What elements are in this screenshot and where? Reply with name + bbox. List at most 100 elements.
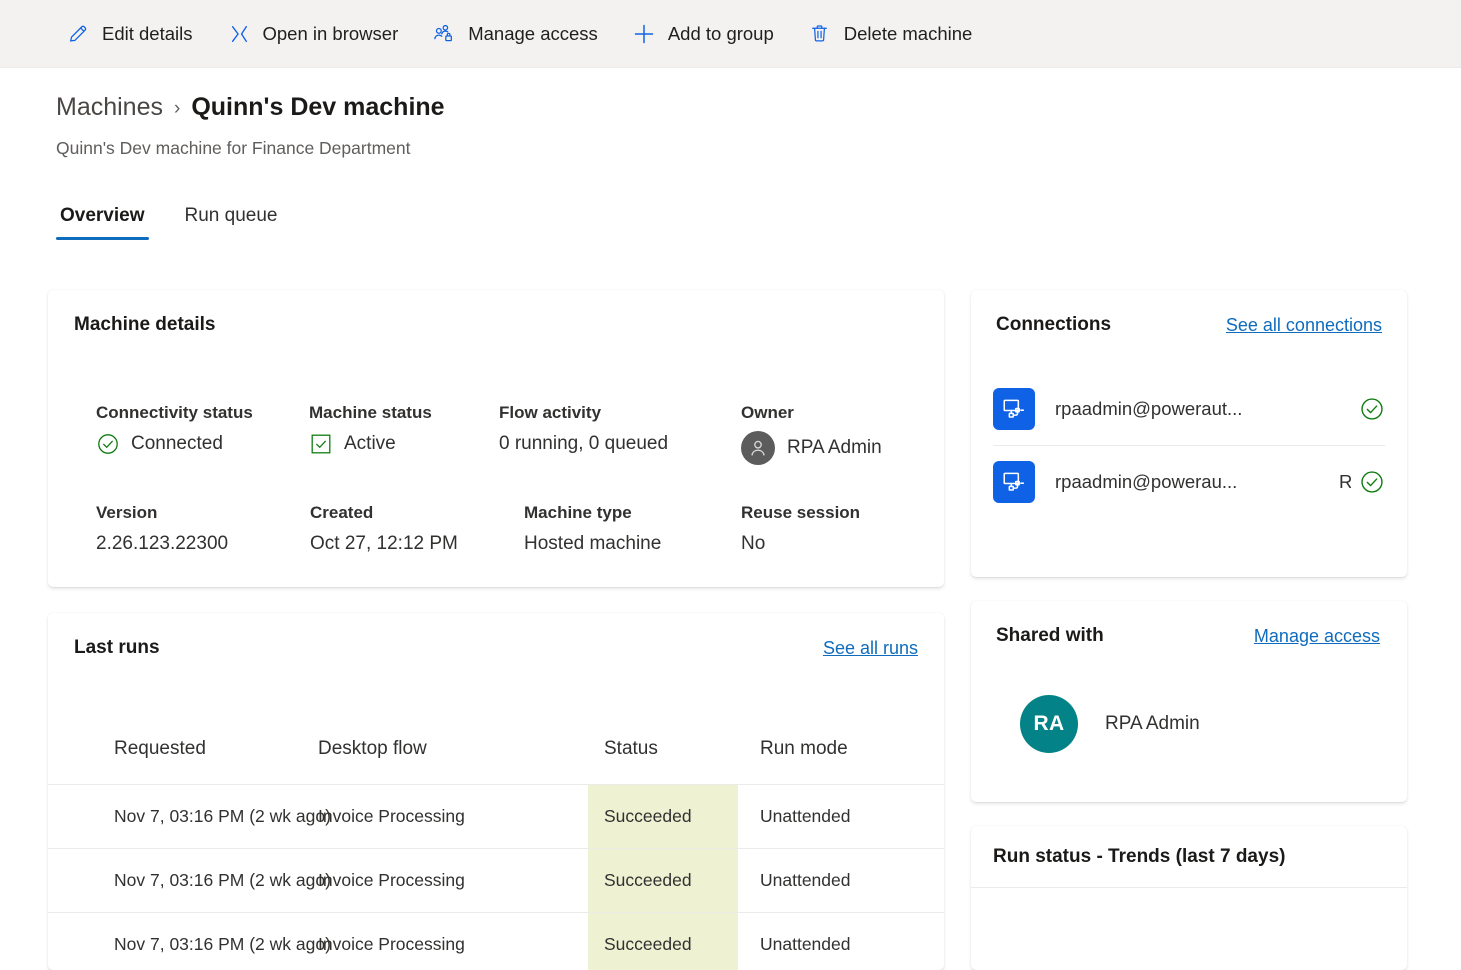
detail-value-wrap: Hosted machine [524, 531, 741, 557]
table-row[interactable]: Nov 7, 03:16 PM (2 wk ago) Invoice Proce… [48, 784, 944, 849]
see-all-runs-link[interactable]: See all runs [823, 638, 918, 659]
page-header: Machines › Quinn's Dev machine Quinn's D… [56, 90, 445, 160]
detail-value-wrap: 2.26.123.22300 [96, 531, 309, 557]
tab-run-queue[interactable]: Run queue [181, 199, 282, 240]
table-row[interactable]: Nov 7, 03:16 PM (2 wk ago) Invoice Proce… [48, 848, 944, 913]
tab-list: Overview Run queue [56, 199, 313, 240]
cell-desktop-flow: Invoice Processing [318, 784, 588, 849]
detail-value-wrap: Active [309, 431, 499, 457]
detail-value-wrap: Oct 27, 12:12 PM [310, 531, 499, 557]
breadcrumb-separator-icon: › [174, 98, 181, 119]
trash-icon [808, 22, 832, 46]
column-header-desktop-flow[interactable]: Desktop flow [318, 730, 588, 785]
add-to-group-label: Add to group [667, 22, 774, 44]
detail-label: Reuse session [741, 503, 861, 522]
plus-icon [632, 22, 656, 46]
check-circle-icon [96, 432, 120, 456]
column-header-run-mode[interactable]: Run mode [738, 730, 944, 785]
open-in-browser-icon [227, 22, 251, 46]
cell-requested: Nov 7, 03:16 PM (2 wk ago) [48, 912, 331, 970]
cell-status: Succeeded [588, 912, 738, 970]
detail-label: Owner [741, 403, 794, 422]
detail-label: Flow activity [499, 403, 602, 422]
detail-label: Connectivity status [96, 403, 253, 422]
last-runs-title: Last runs [74, 637, 160, 658]
run-status-trends-title: Run status - Trends (last 7 days) [993, 846, 1286, 867]
machine-details-card: Machine details Connectivity status Conn… [48, 290, 944, 587]
cell-requested: Nov 7, 03:16 PM (2 wk ago) [48, 784, 331, 849]
check-circle-icon [1359, 469, 1385, 495]
detail-value: RPA Admin [787, 437, 882, 458]
see-all-connections-link[interactable]: See all connections [1226, 315, 1382, 336]
detail-value: 0 running, 0 queued [499, 433, 669, 454]
manage-access-label: Manage access [468, 22, 598, 44]
connections-card: Connections See all connections rpaadmin… [971, 290, 1407, 577]
cell-run-mode: Unattended [738, 912, 944, 970]
detail-value: Hosted machine [524, 533, 662, 554]
column-header-status[interactable]: Status [588, 730, 738, 785]
detail-connectivity-status: Connectivity status Connected [96, 402, 309, 465]
detail-machine-status: Machine status Active [309, 402, 499, 465]
avatar: RA [1020, 695, 1078, 753]
detail-reuse-session: Reuse session No [741, 502, 928, 557]
open-in-browser-label: Open in browser [262, 22, 399, 44]
last-runs-table-wrapper: Requested Desktop flow Status Run mode N… [48, 730, 944, 970]
cell-desktop-flow: Invoice Processing [318, 912, 588, 970]
last-runs-card: Last runs See all runs Requested Desktop… [48, 613, 944, 970]
detail-value: Connected [131, 433, 223, 454]
machine-details-grid: Connectivity status Connected Machine st… [96, 402, 928, 557]
shared-with-title: Shared with [996, 625, 1104, 646]
detail-machine-type: Machine type Hosted machine [499, 502, 741, 557]
cell-run-mode: Unattended [738, 784, 944, 849]
cell-status: Succeeded [588, 784, 738, 849]
cell-desktop-flow: Invoice Processing [318, 848, 588, 913]
cell-run-mode: Unattended [738, 848, 944, 913]
table-row[interactable]: Nov 7, 03:16 PM (2 wk ago) Invoice Proce… [48, 912, 944, 970]
connection-name: rpaadmin@poweraut... [1055, 398, 1243, 419]
connection-owner: RPA Admin [1339, 470, 1351, 492]
detail-label: Machine status [309, 403, 432, 422]
edit-details-button[interactable]: Edit details [56, 14, 203, 54]
detail-value-wrap: RPA Admin [741, 431, 928, 465]
detail-value-wrap: 0 running, 0 queued [499, 431, 741, 457]
connection-name: rpaadmin@powerau... [1055, 470, 1238, 492]
run-status-trends-card: Run status - Trends (last 7 days) [971, 826, 1407, 970]
last-runs-table: Requested Desktop flow Status Run mode N… [48, 730, 944, 970]
desktop-flow-icon [993, 460, 1035, 503]
manage-access-button[interactable]: Manage access [422, 14, 608, 54]
table-header-row: Requested Desktop flow Status Run mode [48, 730, 944, 785]
cell-requested: Nov 7, 03:16 PM (2 wk ago) [48, 848, 331, 913]
delete-machine-label: Delete machine [843, 22, 973, 44]
tab-overview[interactable]: Overview [56, 199, 149, 240]
add-to-group-button[interactable]: Add to group [622, 14, 784, 54]
detail-created: Created Oct 27, 12:12 PM [309, 502, 499, 557]
divider [971, 887, 1407, 888]
list-item[interactable]: RA RPA Admin [1020, 695, 1200, 753]
check-square-icon [309, 432, 333, 456]
detail-value: 2.26.123.22300 [96, 533, 229, 554]
desktop-flow-icon [993, 388, 1035, 430]
check-circle-icon [1359, 396, 1385, 422]
shared-person-name: RPA Admin [1105, 713, 1200, 734]
connections-title: Connections [996, 314, 1112, 335]
detail-version: Version 2.26.123.22300 [96, 502, 309, 557]
detail-value: Active [344, 433, 396, 454]
list-item[interactable]: rpaadmin@poweraut... [993, 373, 1385, 445]
detail-value-wrap: Connected [96, 431, 309, 457]
column-header-requested[interactable]: Requested [48, 730, 318, 785]
detail-owner: Owner RPA Admin [741, 402, 928, 465]
open-in-browser-button[interactable]: Open in browser [217, 14, 409, 54]
detail-label: Created [310, 503, 374, 522]
edit-details-label: Edit details [102, 22, 193, 44]
list-item[interactable]: rpaadmin@powerau... RPA Admin [993, 445, 1385, 517]
machine-details-title: Machine details [74, 314, 216, 335]
manage-access-link[interactable]: Manage access [1254, 626, 1380, 647]
shared-with-card: Shared with Manage access RA RPA Admin [971, 601, 1407, 802]
delete-machine-button[interactable]: Delete machine [798, 14, 983, 54]
cell-status: Succeeded [588, 848, 738, 913]
breadcrumb-machines-link[interactable]: Machines [56, 90, 163, 124]
command-bar: Edit details Open in browser Manage acce… [0, 0, 1461, 68]
breadcrumb: Machines › Quinn's Dev machine [56, 90, 445, 127]
person-avatar-icon [741, 431, 775, 465]
detail-value: Oct 27, 12:12 PM [310, 533, 458, 554]
